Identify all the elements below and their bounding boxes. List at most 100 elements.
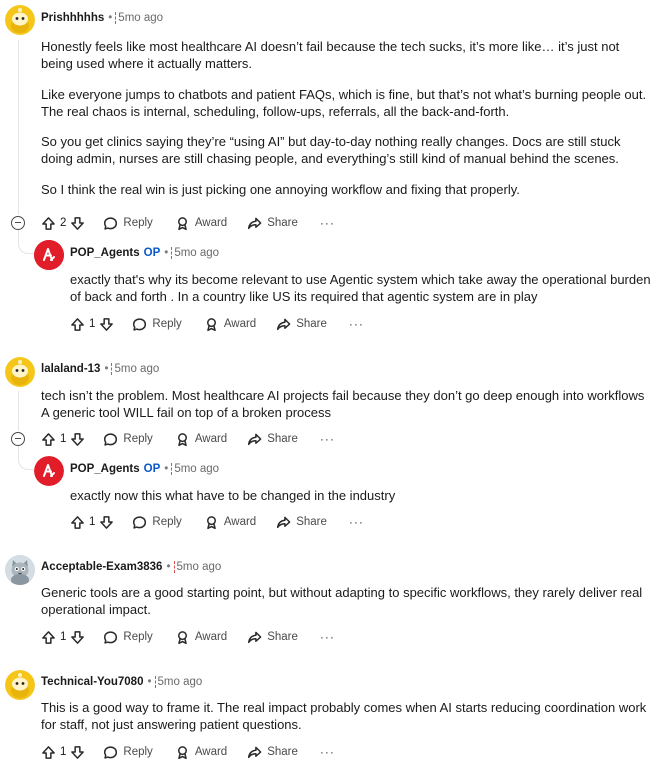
vote-count: 1 (60, 631, 67, 643)
downvote-button[interactable] (70, 630, 85, 645)
timestamp[interactable]: 5mo ago (174, 463, 219, 475)
downvote-button[interactable] (70, 216, 85, 231)
reply-button[interactable]: Reply (103, 432, 153, 447)
share-icon (277, 318, 291, 330)
timestamp[interactable]: 5mo ago (174, 247, 219, 259)
timestamp[interactable]: 5mo ago (118, 12, 163, 24)
reply-button[interactable]: Reply (132, 515, 182, 530)
avatar[interactable] (34, 456, 64, 486)
avatar[interactable] (5, 670, 35, 700)
author-name[interactable]: Technical-You7080 (41, 676, 143, 688)
separator-dot: • (164, 463, 169, 475)
share-label: Share (296, 318, 327, 330)
award-label: Award (194, 217, 228, 229)
snoo-avatar-icon (5, 5, 35, 35)
timestamp[interactable]: 5mo ago (177, 561, 222, 573)
upvote-button[interactable] (70, 317, 85, 332)
award-icon (206, 317, 216, 331)
share-button[interactable]: Share (276, 515, 327, 530)
reply-button[interactable]: Reply (103, 745, 153, 760)
author-name[interactable]: POP_Agents (70, 247, 140, 259)
downvote-button[interactable] (70, 432, 85, 447)
share-button[interactable]: Share (247, 216, 298, 231)
share-button[interactable]: Share (276, 317, 327, 332)
comment-paragraph: exactly that's why its become relevant t… (70, 272, 651, 304)
downvote-button[interactable] (99, 317, 114, 332)
comment-meta: Technical-You7080 • 5mo ago (41, 676, 202, 688)
share-button[interactable]: Share (247, 432, 298, 447)
separator-dot: • (164, 247, 169, 259)
share-button[interactable]: Share (247, 745, 298, 760)
upvote-button[interactable] (70, 515, 85, 530)
timestamp[interactable]: 5mo ago (114, 363, 159, 375)
award-icon (177, 432, 187, 446)
reply-label: Reply (123, 433, 153, 445)
time-marker (111, 363, 113, 375)
upvote-icon (42, 745, 55, 759)
downvote-button[interactable] (99, 515, 114, 530)
upvote-button[interactable] (41, 216, 56, 231)
comment-paragraph: exactly now this what have to be changed… (70, 488, 396, 503)
author-name[interactable]: Prishhhhhs (41, 12, 104, 24)
vote-count: 2 (60, 217, 67, 229)
award-label: Award (223, 516, 257, 528)
reply-icon (104, 630, 118, 644)
upvote-icon (42, 432, 55, 446)
reply-button[interactable]: Reply (132, 317, 182, 332)
share-label: Share (267, 746, 298, 758)
comment-paragraph: So you get clinics saying they’re “using… (41, 134, 621, 166)
time-marker (171, 463, 173, 475)
avatar[interactable] (5, 5, 35, 35)
award-button[interactable]: Award (204, 515, 256, 530)
vote-count: 1 (89, 516, 96, 528)
reply-button[interactable]: Reply (103, 630, 153, 645)
reply-icon (133, 515, 147, 529)
comment-meta: Prishhhhhs • 5mo ago (41, 12, 163, 24)
award-label: Award (223, 318, 257, 330)
share-icon (248, 631, 262, 643)
upvote-icon (42, 630, 55, 644)
avatar[interactable] (5, 555, 35, 585)
thread-line (18, 40, 19, 215)
comment-actions: 1 Reply Award Share ··· (70, 315, 364, 333)
award-button[interactable]: Award (175, 432, 227, 447)
author-name[interactable]: POP_Agents (70, 463, 140, 475)
more-options-icon[interactable]: ··· (349, 317, 364, 331)
avatar[interactable] (34, 240, 64, 270)
collapse-icon[interactable] (11, 216, 25, 230)
award-button[interactable]: Award (175, 630, 227, 645)
reply-button[interactable]: Reply (103, 216, 153, 231)
comment-body: exactly that's why its become relevant t… (70, 271, 652, 319)
upvote-button[interactable] (41, 630, 56, 645)
comment-meta: POP_Agents OP • 5mo ago (70, 463, 219, 475)
avatar[interactable] (5, 357, 35, 387)
collapse-icon[interactable] (11, 432, 25, 446)
reply-label: Reply (152, 318, 182, 330)
upvote-button[interactable] (41, 432, 56, 447)
snoo-avatar-icon (5, 670, 35, 700)
upvote-icon (71, 317, 84, 331)
upvote-button[interactable] (41, 745, 56, 760)
share-icon (248, 746, 262, 758)
more-options-icon[interactable]: ··· (320, 432, 335, 446)
award-button[interactable]: Award (175, 216, 227, 231)
reply-icon (104, 432, 118, 446)
more-options-icon[interactable]: ··· (320, 216, 335, 230)
more-options-icon[interactable]: ··· (320, 630, 335, 644)
more-options-icon[interactable]: ··· (320, 745, 335, 759)
author-name[interactable]: lalaland-13 (41, 363, 100, 375)
award-button[interactable]: Award (204, 317, 256, 332)
more-options-icon[interactable]: ··· (349, 515, 364, 529)
downvote-button[interactable] (70, 745, 85, 760)
award-button[interactable]: Award (175, 745, 227, 760)
vote-count: 1 (60, 746, 67, 758)
comment-actions: 1 Reply Award Share ··· (41, 430, 335, 448)
comment-body: Generic tools are a good starting point,… (41, 584, 653, 632)
comment-paragraph: This is a good way to frame it. The real… (41, 700, 647, 732)
timestamp[interactable]: 5mo ago (158, 676, 203, 688)
share-button[interactable]: Share (247, 630, 298, 645)
thread-elbow (18, 456, 34, 470)
comment-paragraph: tech isn’t the problem. Most healthcare … (41, 388, 645, 420)
vote-count: 1 (89, 318, 96, 330)
author-name[interactable]: Acceptable-Exam3836 (41, 561, 162, 573)
